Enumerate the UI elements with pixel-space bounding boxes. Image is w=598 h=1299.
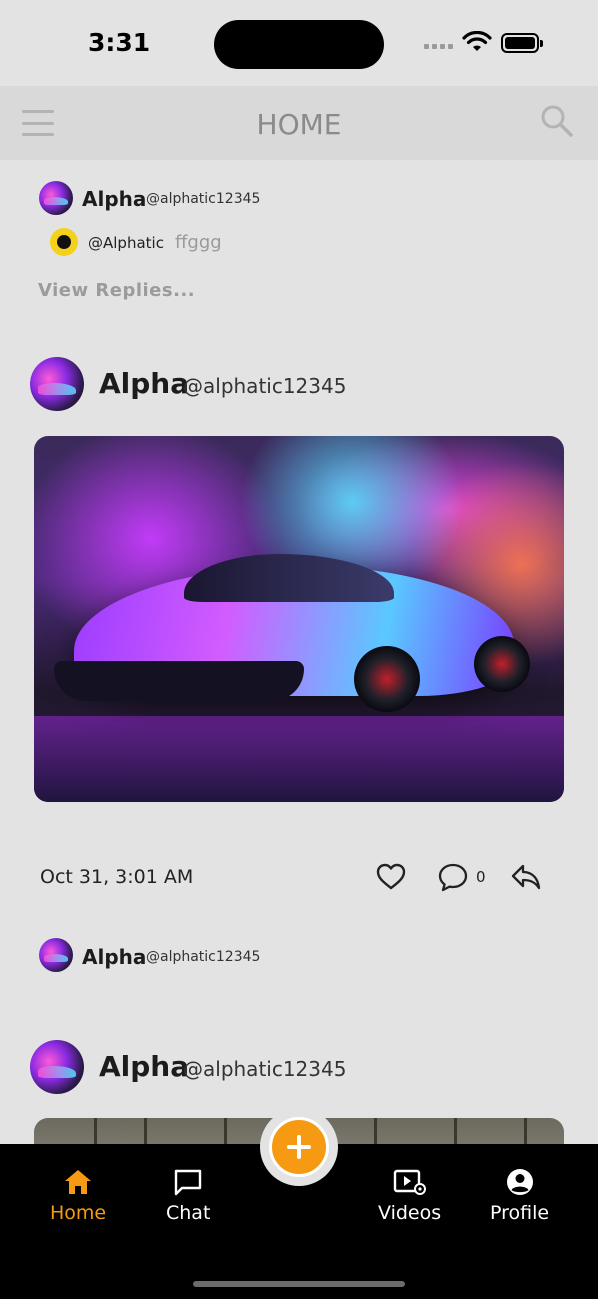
comment-author-name[interactable]: Alpha — [82, 187, 146, 211]
comment-author-name[interactable]: Alpha — [82, 945, 146, 969]
share-icon[interactable] — [510, 862, 542, 892]
post-author-handle: @alphatic12345 — [183, 374, 347, 398]
profile-icon — [506, 1169, 533, 1195]
post-timestamp: Oct 31, 3:01 AM — [40, 866, 194, 888]
dynamic-island — [214, 20, 384, 69]
page-title: HOME — [256, 108, 342, 141]
search-icon[interactable] — [540, 104, 574, 138]
status-bar: 3:31 — [0, 0, 598, 86]
nav-home[interactable]: Home — [50, 1168, 106, 1224]
post-image[interactable] — [34, 436, 564, 802]
wifi-icon — [462, 31, 492, 51]
nav-profile[interactable]: Profile — [490, 1168, 549, 1224]
videos-icon — [393, 1169, 426, 1195]
nav-chat[interactable]: Chat — [166, 1168, 210, 1224]
status-time: 3:31 — [88, 28, 151, 57]
comment-author-handle: @alphatic12345 — [146, 949, 261, 965]
feed[interactable]: Alpha @alphatic12345 @Alphatic ffggg Vie… — [0, 160, 598, 1144]
comment-author-handle: @alphatic12345 — [146, 191, 261, 207]
comment-icon[interactable] — [437, 862, 469, 892]
avatar[interactable] — [39, 181, 73, 215]
post-author-name[interactable]: Alpha — [99, 1050, 189, 1083]
post-author-handle: @alphatic12345 — [183, 1057, 347, 1081]
battery-icon — [501, 33, 543, 53]
comment-count: 0 — [476, 868, 486, 886]
post-avatar[interactable] — [30, 1040, 84, 1094]
view-replies-link[interactable]: View Replies... — [38, 280, 195, 301]
chat-icon — [175, 1169, 202, 1196]
create-post-button[interactable] — [260, 1108, 338, 1186]
post-avatar[interactable] — [30, 357, 84, 411]
reply-handle[interactable]: @Alphatic — [88, 234, 164, 252]
home-icon — [65, 1170, 92, 1194]
cellular-signal-icon — [424, 44, 453, 49]
nav-videos[interactable]: Videos — [378, 1168, 441, 1224]
plus-icon — [287, 1135, 311, 1159]
nav-home-label: Home — [50, 1202, 107, 1224]
app-header: HOME — [0, 86, 598, 160]
avatar[interactable] — [39, 938, 73, 972]
reply-avatar[interactable] — [50, 228, 78, 256]
nav-profile-label: Profile — [490, 1202, 550, 1224]
reply-text: ffggg — [175, 232, 222, 253]
nav-videos-label: Videos — [378, 1202, 442, 1224]
home-indicator — [193, 1281, 405, 1287]
heart-icon[interactable] — [376, 862, 406, 892]
nav-chat-label: Chat — [166, 1202, 211, 1224]
post-author-name[interactable]: Alpha — [99, 367, 189, 400]
